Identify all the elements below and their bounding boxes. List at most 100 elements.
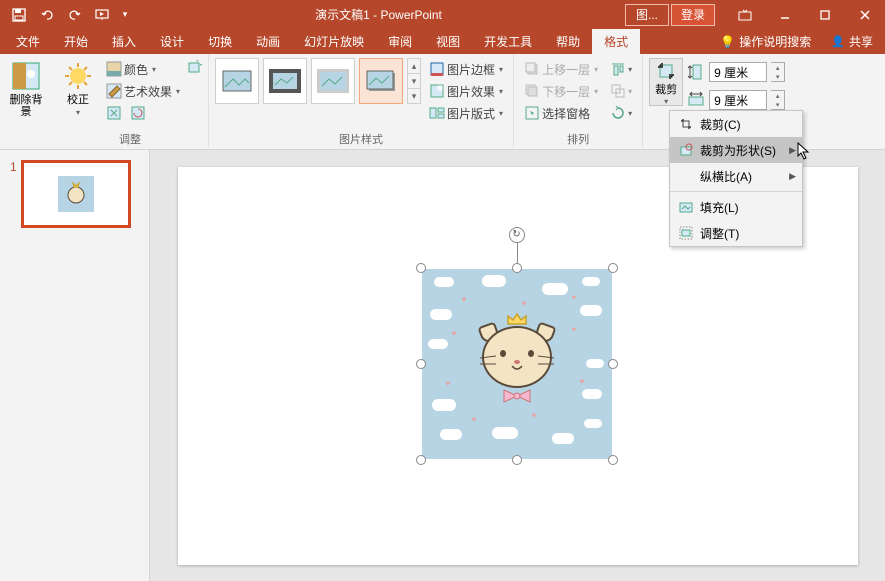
- artistic-effects-button[interactable]: 艺术效果▾: [102, 80, 184, 102]
- height-row: 9 厘米 ▴▾: [687, 60, 785, 84]
- corrections-icon: [62, 60, 94, 92]
- remove-bg-icon: [10, 60, 42, 92]
- align-icon: [610, 61, 626, 77]
- resize-handle-tr[interactable]: [608, 263, 618, 273]
- resize-handle-mr[interactable]: [608, 359, 618, 369]
- picture-styles-group-label: 图片样式: [339, 130, 383, 148]
- start-from-beginning-button[interactable]: [90, 2, 116, 28]
- share-label: 共享: [849, 33, 873, 50]
- rotate-button[interactable]: ▾: [606, 102, 636, 124]
- tab-slideshow[interactable]: 幻灯片放映: [292, 29, 376, 54]
- style-metal-frame[interactable]: [311, 58, 355, 104]
- menu-crop-to-shape[interactable]: 裁剪为形状(S) ▶: [670, 137, 802, 163]
- color-icon: [106, 61, 122, 77]
- save-button[interactable]: [6, 2, 32, 28]
- tab-view[interactable]: 视图: [424, 29, 472, 54]
- ribbon: 删除背景 . 校正 ▾ 颜色▾ 艺术效果▾ 调整: [0, 54, 885, 150]
- corrections-button[interactable]: 校正 ▾: [58, 58, 98, 128]
- compress-reset-buttons[interactable]: [102, 102, 184, 124]
- share-button[interactable]: 👤 共享: [819, 29, 885, 54]
- fit-icon: [678, 225, 694, 241]
- undo-button[interactable]: [34, 2, 60, 28]
- reset-icon: [130, 105, 146, 121]
- arrange-group-label: 排列: [567, 130, 589, 148]
- tab-animations[interactable]: 动画: [244, 29, 292, 54]
- artistic-icon: [106, 83, 122, 99]
- tab-help[interactable]: 帮助: [544, 29, 592, 54]
- menu-fill[interactable]: 填充(L): [670, 194, 802, 220]
- picture-layout-button[interactable]: 图片版式▾: [425, 102, 507, 124]
- selected-picture[interactable]: ♥ ♥ ♥ ♥ ♥ ♥ ♥ ♥ ♥: [422, 269, 612, 459]
- height-spinner[interactable]: ▴▾: [771, 62, 785, 82]
- maximize-button[interactable]: [805, 0, 845, 29]
- style-drop-shadow[interactable]: [359, 58, 403, 104]
- ribbon-tabs: 文件 开始 插入 设计 切换 动画 幻灯片放映 审阅 视图 开发工具 帮助 格式…: [0, 29, 885, 54]
- login-button[interactable]: 登录: [671, 4, 715, 26]
- picture-content: ♥ ♥ ♥ ♥ ♥ ♥ ♥ ♥ ♥: [422, 269, 612, 459]
- selection-pane-button[interactable]: 选择窗格: [520, 102, 602, 124]
- resize-handle-tm[interactable]: [512, 263, 522, 273]
- tell-me-label: 操作说明搜索: [739, 33, 811, 50]
- resize-handle-tl[interactable]: [416, 263, 426, 273]
- picture-styles-gallery[interactable]: ▴▾▾: [215, 58, 421, 104]
- tab-design[interactable]: 设计: [148, 29, 196, 54]
- remove-background-button[interactable]: 删除背景: [6, 58, 46, 128]
- menu-aspect-ratio[interactable]: 纵横比(A) ▶: [670, 163, 802, 189]
- picture-border-button[interactable]: 图片边框▾: [425, 58, 507, 80]
- crop-icon: [654, 61, 678, 81]
- border-icon: [429, 61, 445, 77]
- resize-handle-ml[interactable]: [416, 359, 426, 369]
- group-arrange: 上移一层▾ 下移一层▾ 选择窗格 ▾ ▾ ▾ 排列: [514, 54, 643, 148]
- height-input[interactable]: 9 厘米: [709, 62, 767, 82]
- submenu-arrow-icon: ▶: [789, 171, 796, 182]
- tab-file[interactable]: 文件: [4, 29, 52, 54]
- change-picture-icon[interactable]: [188, 60, 202, 74]
- redo-button[interactable]: [62, 2, 88, 28]
- ribbon-options-button[interactable]: [725, 0, 765, 29]
- tab-developer[interactable]: 开发工具: [472, 29, 544, 54]
- width-input[interactable]: 9 厘米: [709, 90, 767, 110]
- minimize-button[interactable]: [765, 0, 805, 29]
- bring-forward-icon: [524, 61, 540, 77]
- tab-format[interactable]: 格式: [592, 29, 640, 54]
- style-beveled-matte[interactable]: [263, 58, 307, 104]
- picture-tools-context-tab[interactable]: 图...: [625, 4, 669, 26]
- share-icon: 👤: [831, 35, 845, 48]
- tell-me-search[interactable]: 💡 操作说明搜索: [712, 29, 819, 54]
- group-remove-bg: 删除背景 .: [0, 54, 52, 148]
- tab-review[interactable]: 审阅: [376, 29, 424, 54]
- group-icon: [610, 83, 626, 99]
- window-title: 演示文稿1 - PowerPoint: [132, 6, 625, 23]
- menu-crop[interactable]: 裁剪(C): [670, 111, 802, 137]
- rotation-handle[interactable]: ↻: [509, 227, 525, 243]
- tab-home[interactable]: 开始: [52, 29, 100, 54]
- title-bar: ▾ 演示文稿1 - PowerPoint 图... 登录: [0, 0, 885, 29]
- group-button: ▾: [606, 80, 636, 102]
- cat-illustration: [472, 314, 562, 414]
- slide-1-thumbnail[interactable]: [21, 160, 131, 228]
- gallery-scroll[interactable]: ▴▾▾: [407, 58, 421, 104]
- qat-customize-button[interactable]: ▾: [118, 2, 132, 28]
- width-spinner[interactable]: ▴▾: [771, 90, 785, 110]
- crop-shape-icon: [678, 142, 694, 158]
- selection-pane-icon: [524, 105, 540, 121]
- menu-fit[interactable]: 调整(T): [670, 220, 802, 246]
- width-row: 9 厘米 ▴▾: [687, 88, 785, 112]
- send-backward-icon: [524, 83, 540, 99]
- resize-handle-br[interactable]: [608, 455, 618, 465]
- align-button[interactable]: ▾: [606, 58, 636, 80]
- resize-handle-bm[interactable]: [512, 455, 522, 465]
- resize-handle-bl[interactable]: [416, 455, 426, 465]
- tab-transitions[interactable]: 切换: [196, 29, 244, 54]
- slide-thumbnail-panel[interactable]: 1: [0, 150, 150, 581]
- style-simple-frame[interactable]: [215, 58, 259, 104]
- color-button[interactable]: 颜色▾: [102, 58, 184, 80]
- crop-button[interactable]: 裁剪 ▾: [649, 58, 683, 106]
- group-adjust: 校正 ▾ 颜色▾ 艺术效果▾ 调整: [52, 54, 209, 148]
- tab-insert[interactable]: 插入: [100, 29, 148, 54]
- height-icon: [687, 63, 705, 81]
- slide-number: 1: [10, 160, 17, 228]
- send-backward-button: 下移一层▾: [520, 80, 602, 102]
- close-button[interactable]: [845, 0, 885, 29]
- picture-effects-button[interactable]: 图片效果▾: [425, 80, 507, 102]
